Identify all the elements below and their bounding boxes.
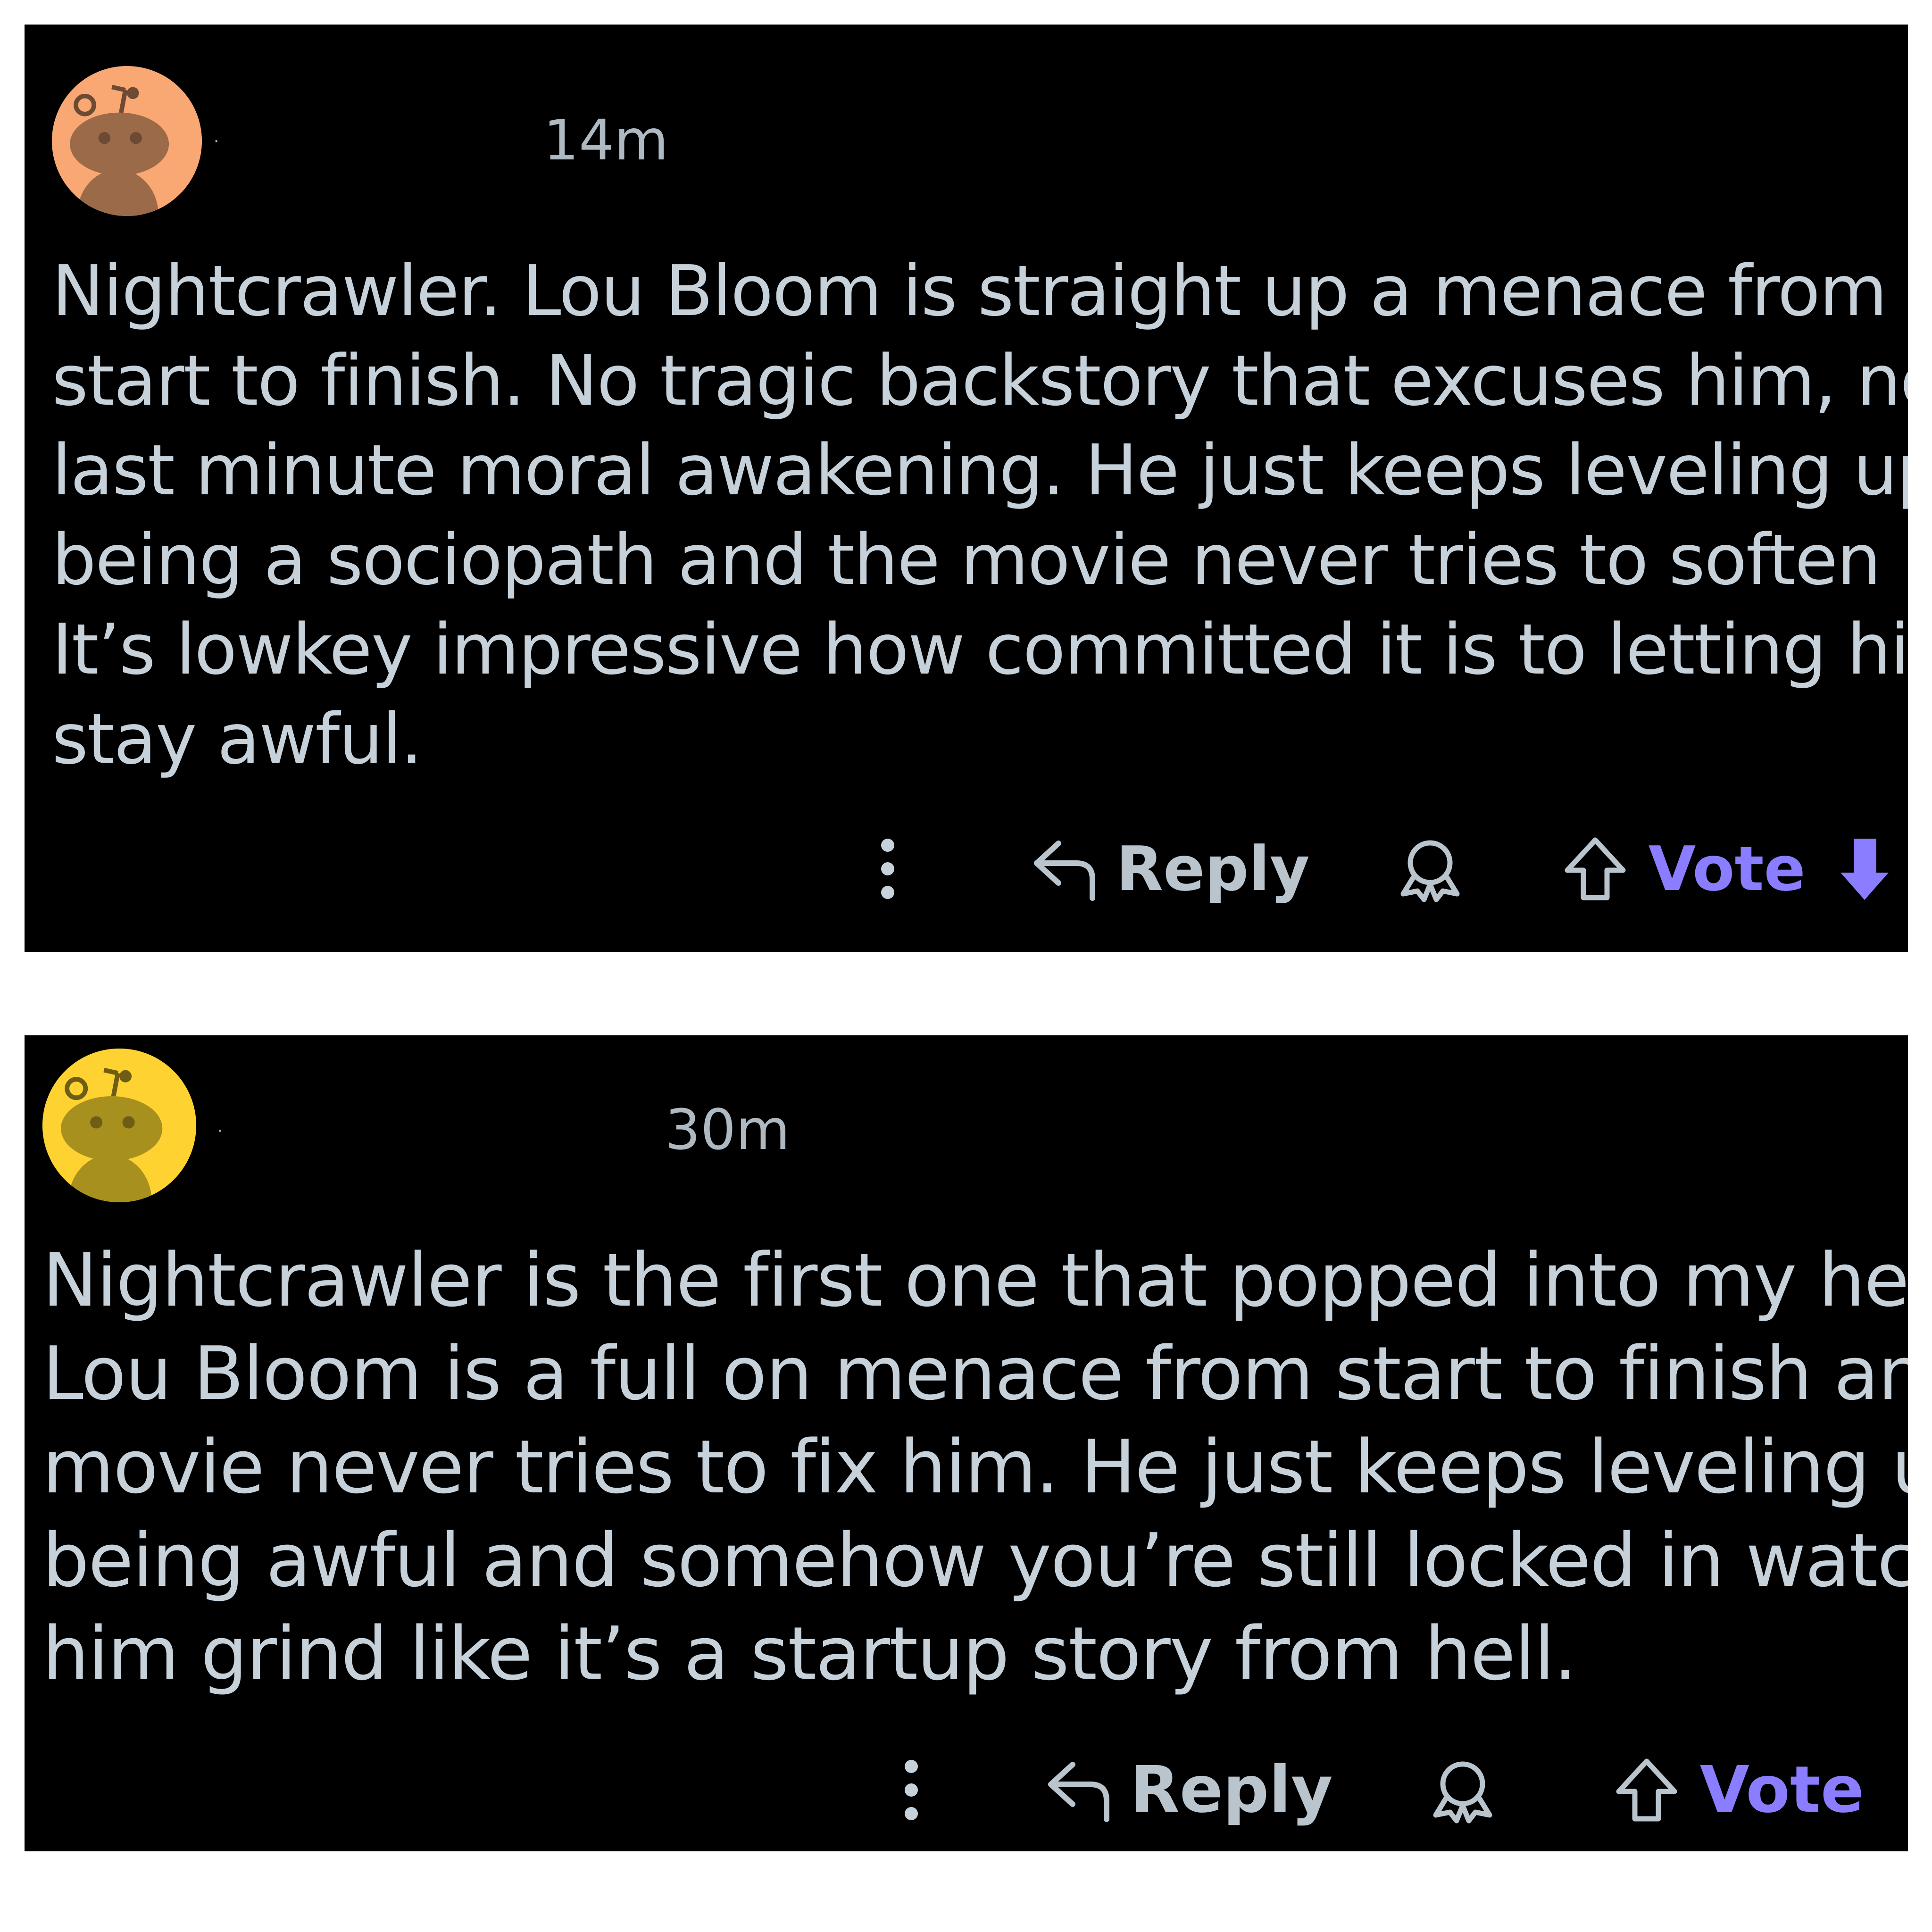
comment-actions: Reply Vote bbox=[888, 1743, 1864, 1837]
user-avatar[interactable] bbox=[42, 1049, 196, 1202]
more-options-button[interactable] bbox=[864, 838, 911, 899]
comment-meta: · 14m bbox=[213, 105, 668, 175]
comment-line: being a sociopath and the movie never tr… bbox=[52, 519, 1908, 600]
comment-line: start to finish. No tragic backstory tha… bbox=[52, 340, 1908, 421]
reply-arrow-icon bbox=[1048, 1762, 1109, 1822]
comment-line: Lou Bloom is a full on menace from start… bbox=[42, 1331, 1908, 1416]
comment-line: Nightcrawler is the first one that poppe… bbox=[42, 1237, 1908, 1323]
comment-line: stay awful. bbox=[52, 699, 423, 780]
more-vertical-icon bbox=[905, 1760, 918, 1820]
upvote-arrow-icon bbox=[1616, 1758, 1677, 1822]
snoo-avatar-icon bbox=[42, 1049, 196, 1202]
upvote-arrow-icon bbox=[1565, 837, 1626, 900]
comment-line: him grind like it’s a startup story from… bbox=[42, 1611, 1577, 1697]
reply-button[interactable]: Reply bbox=[1029, 833, 1310, 905]
comment-body: Nightcrawler is the first one that poppe… bbox=[42, 1233, 1908, 1700]
vote-count: Vote bbox=[1648, 833, 1806, 905]
more-vertical-icon bbox=[881, 839, 894, 899]
award-icon bbox=[1400, 840, 1460, 902]
more-options-button[interactable] bbox=[888, 1759, 935, 1821]
timestamp: 14m bbox=[543, 108, 669, 173]
comment-line: being awful and somehow you’re still loc… bbox=[42, 1517, 1908, 1603]
comment-line: It’s lowkey impressive how committed it … bbox=[52, 609, 1908, 690]
award-button[interactable] bbox=[1395, 833, 1466, 904]
award-button[interactable] bbox=[1427, 1755, 1498, 1825]
comment-meta: · 30m bbox=[217, 1094, 790, 1165]
downvote-button[interactable] bbox=[1839, 836, 1890, 902]
upvote-button[interactable]: Vote bbox=[1560, 833, 1806, 905]
reply-label: Reply bbox=[1130, 1753, 1333, 1827]
comment-body: Nightcrawler. Lou Bloom is straight up a… bbox=[52, 246, 1908, 784]
vote-count: Vote bbox=[1699, 1753, 1865, 1827]
reply-label: Reply bbox=[1116, 833, 1310, 905]
comment-line: movie never tries to fix him. He just ke… bbox=[42, 1424, 1908, 1510]
comment-line: last minute moral awakening. He just kee… bbox=[52, 430, 1908, 511]
award-icon bbox=[1433, 1761, 1492, 1824]
comment-actions: Reply Vote bbox=[864, 822, 1890, 916]
comment-line: Nightcrawler. Lou Bloom is straight up a… bbox=[52, 250, 1887, 332]
downvote-arrow-icon bbox=[1840, 839, 1889, 900]
reply-button[interactable]: Reply bbox=[1043, 1753, 1333, 1827]
snoo-avatar-icon bbox=[52, 66, 202, 216]
comment-card: · 14m Nightcrawler. Lou Bloom is straigh… bbox=[25, 25, 1908, 952]
comment-card: · 30m Nightcrawler is the first one that… bbox=[25, 1035, 1908, 1851]
user-avatar[interactable] bbox=[52, 66, 202, 216]
timestamp: 30m bbox=[665, 1097, 791, 1162]
reply-arrow-icon bbox=[1034, 841, 1095, 901]
upvote-button[interactable]: Vote bbox=[1611, 1753, 1865, 1827]
username[interactable]: · bbox=[217, 1119, 665, 1141]
username[interactable]: · bbox=[213, 130, 543, 151]
